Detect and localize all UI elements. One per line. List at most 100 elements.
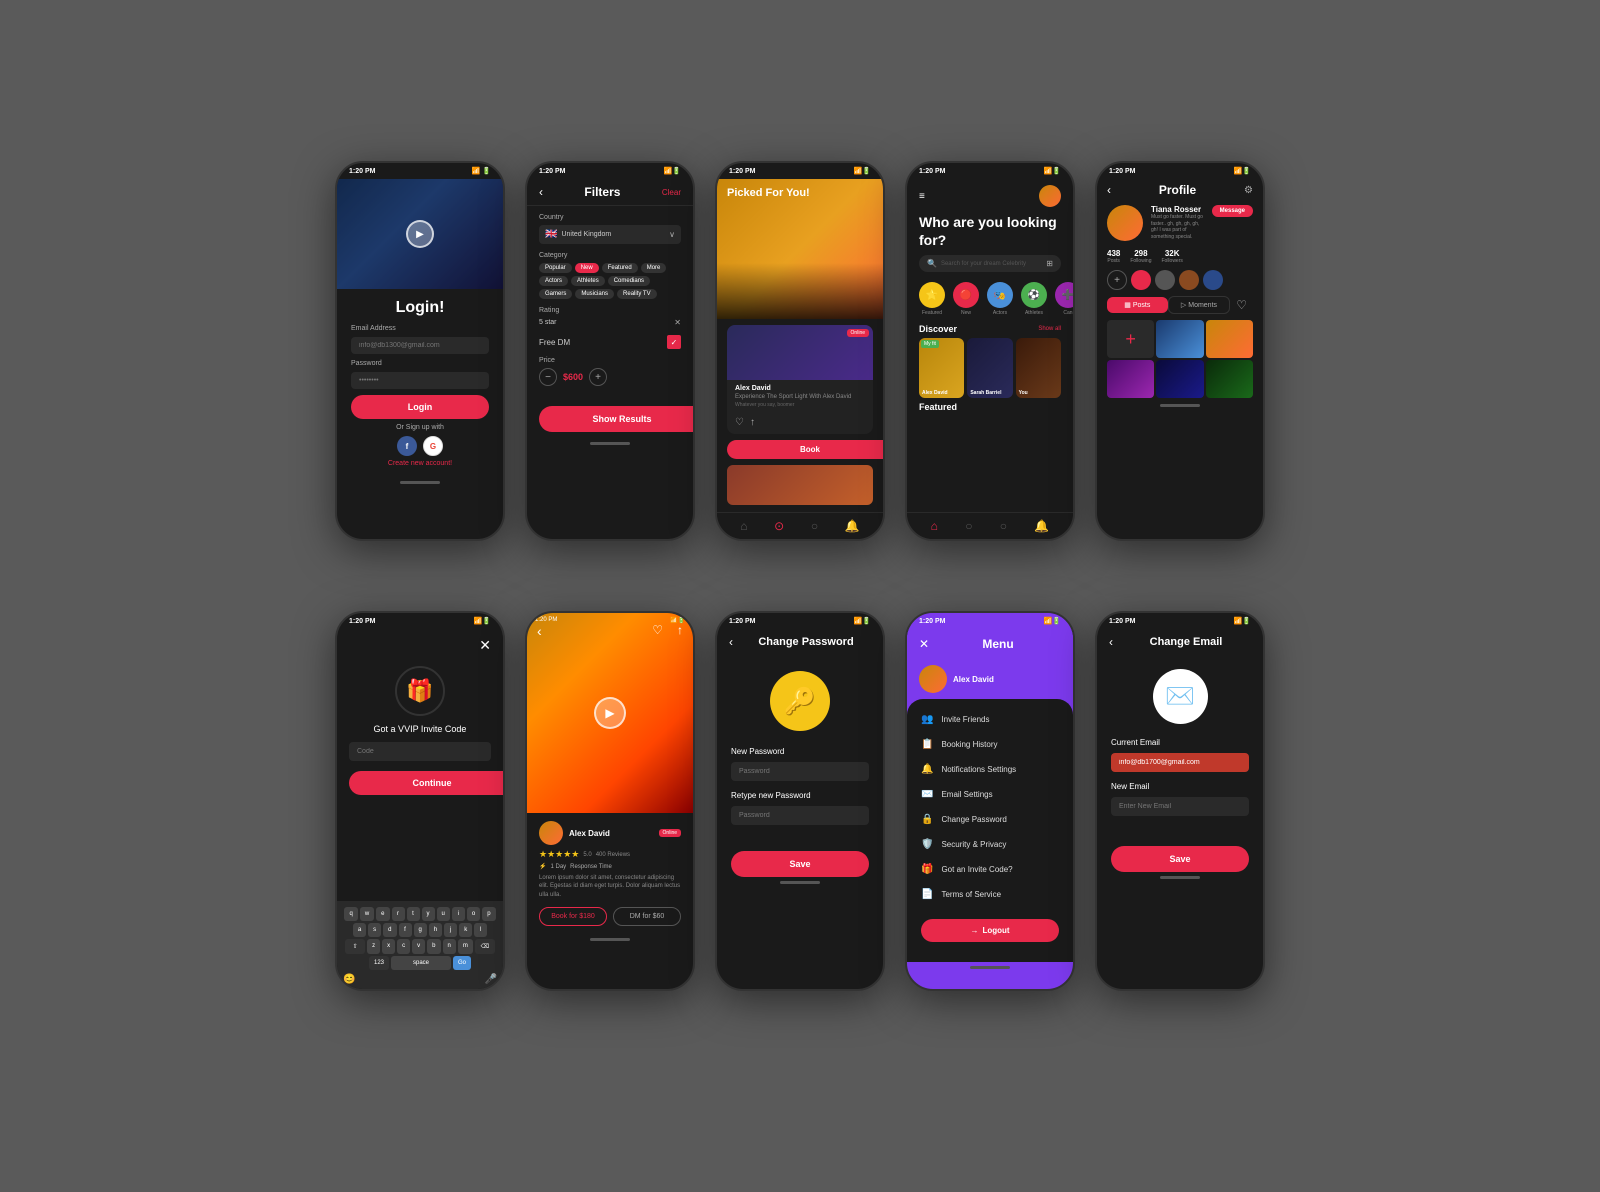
menu-item-security[interactable]: 🛡️ Security & Privacy [907,832,1073,857]
play-button-7[interactable]: ▶ [594,697,626,729]
facebook-button[interactable]: f [397,436,417,456]
tag-popular[interactable]: Popular [539,263,572,273]
bell-nav-icon[interactable]: 🔔 [845,519,860,533]
tag-comedians[interactable]: Comedians [608,276,650,286]
add-avatar-button[interactable]: + [1107,270,1127,290]
discover-card-2[interactable]: Sarah Barriel [967,338,1012,398]
key-s[interactable]: s [368,923,381,937]
invite-code-input[interactable] [349,742,491,761]
menu-item-email[interactable]: ✉️ Email Settings [907,782,1073,807]
show-all-link[interactable]: Show all [1038,326,1061,332]
book-button-7[interactable]: Book for $180 [539,907,607,926]
book-button[interactable]: Book [727,440,885,459]
close-icon[interactable]: ✕ [674,318,681,327]
key-k[interactable]: k [459,923,472,937]
back-button-10[interactable]: ‹ [1109,635,1113,649]
key-123[interactable]: 123 [369,956,389,970]
search-nav-icon[interactable]: ⊙ [774,519,784,533]
play-button[interactable]: ▶ [406,220,434,248]
heart-icon[interactable]: ♡ [735,417,744,428]
bell-nav-4[interactable]: 🔔 [1034,519,1049,533]
tag-gamers[interactable]: Gamers [539,289,572,299]
key-l[interactable]: l [474,923,487,937]
discover-card-1[interactable]: My fit Alex David [919,338,964,398]
new-email-input[interactable] [1111,797,1249,816]
clear-button[interactable]: Clear [662,188,681,197]
tag-featured[interactable]: Featured [602,263,638,273]
new-password-input[interactable] [731,762,869,781]
key-v[interactable]: v [412,939,425,954]
home-nav-4[interactable]: ⌂ [931,519,938,533]
country-select[interactable]: 🇬🇧 United Kingdom ∨ [539,225,681,244]
save-password-button[interactable]: Save [731,851,869,877]
chat-nav-4[interactable]: ○ [1000,519,1007,533]
close-menu-button[interactable]: ✕ [919,637,929,651]
close-button[interactable]: ✕ [337,629,503,658]
tag-reality-tv[interactable]: Reality TV [617,289,657,299]
key-b[interactable]: b [427,939,440,954]
key-j[interactable]: j [444,923,457,937]
email-input[interactable] [351,337,489,354]
tag-more[interactable]: More [641,263,667,273]
key-o[interactable]: o [467,907,480,921]
retype-password-input[interactable] [731,806,869,825]
search-nav-4[interactable]: ○ [965,519,972,533]
share-icon[interactable]: ↑ [750,417,755,428]
menu-item-notifications[interactable]: 🔔 Notifications Settings [907,757,1073,782]
price-decrease-button[interactable]: − [539,368,557,386]
key-w[interactable]: w [360,907,374,921]
back-button-8[interactable]: ‹ [729,635,733,649]
google-button[interactable]: G [423,436,443,456]
show-results-button[interactable]: Show Results [539,406,695,432]
key-go[interactable]: Go [453,956,471,970]
key-i[interactable]: i [452,907,465,921]
menu-item-booking[interactable]: 📋 Booking History [907,732,1073,757]
key-f[interactable]: f [399,923,412,937]
continue-button[interactable]: Continue [349,771,505,795]
gear-icon[interactable]: ⚙ [1244,185,1253,196]
current-email-input[interactable] [1111,753,1249,772]
key-h[interactable]: h [429,923,442,937]
menu-item-invite[interactable]: 👥 Invite Friends [907,707,1073,732]
key-x[interactable]: x [382,939,395,954]
key-u[interactable]: u [437,907,450,921]
key-q[interactable]: q [344,907,357,921]
logout-button[interactable]: → Logout [921,919,1059,942]
key-a[interactable]: a [353,923,366,937]
emoji-icon[interactable]: 😊 [343,974,355,985]
save-email-button[interactable]: Save [1111,846,1249,872]
cat-new[interactable]: 🔴 New [953,282,979,316]
key-p[interactable]: p [482,907,495,921]
chat-nav-icon[interactable]: ○ [811,519,818,533]
key-n[interactable]: n [443,939,456,954]
key-e[interactable]: e [376,907,389,921]
key-shift[interactable]: ⇧ [345,939,365,954]
hamburger-icon[interactable]: ≡ [919,191,925,202]
user-avatar[interactable] [1039,185,1061,207]
tag-actors[interactable]: Actors [539,276,568,286]
key-c[interactable]: c [397,939,410,954]
heart-button[interactable]: ♡ [1230,296,1253,314]
key-backspace[interactable]: ⌫ [475,939,495,954]
cat-featured[interactable]: ⭐ Featured [919,282,945,316]
key-y[interactable]: y [422,907,435,921]
key-r[interactable]: r [392,907,405,921]
tag-new[interactable]: New [575,263,599,273]
key-space[interactable]: space [391,956,451,970]
cat-more[interactable]: ➕ Can [1055,282,1073,316]
key-d[interactable]: d [383,923,396,937]
key-t[interactable]: t [407,907,420,921]
home-nav-icon[interactable]: ⌂ [740,519,747,533]
discover-card-3[interactable]: You [1016,338,1061,398]
key-m[interactable]: m [458,939,473,954]
free-dm-checkbox[interactable]: ✓ [667,335,681,349]
add-photo-cell[interactable]: + [1107,320,1154,358]
search-input[interactable]: Search for your dream Celebrity [941,261,1042,267]
password-input[interactable] [351,372,489,389]
menu-item-password[interactable]: 🔒 Change Password [907,807,1073,832]
tag-athletes[interactable]: Athletes [571,276,605,286]
menu-item-invite-code[interactable]: 🎁 Got an Invite Code? [907,857,1073,882]
key-z[interactable]: z [367,939,380,954]
key-g[interactable]: g [414,923,427,937]
filter-icon[interactable]: ⊞ [1046,259,1053,268]
